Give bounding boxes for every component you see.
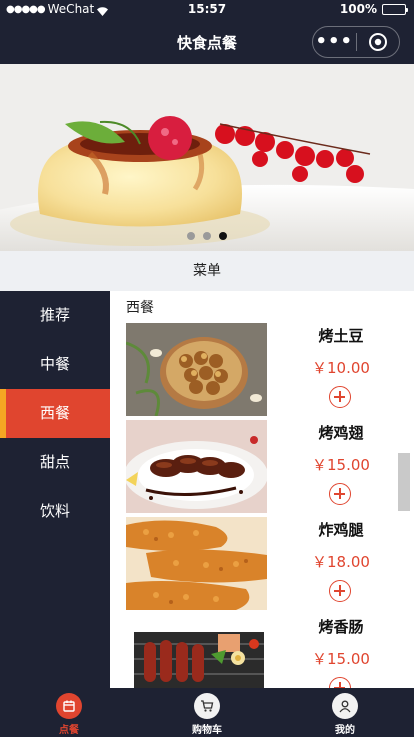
food-image: [126, 614, 267, 688]
carousel-dot-active[interactable]: [219, 232, 227, 240]
add-to-cart-button[interactable]: [329, 580, 351, 602]
carousel-dot[interactable]: [187, 232, 195, 240]
food-name: 烤土豆: [318, 327, 364, 345]
food-image: [126, 323, 267, 416]
category-item-chinese[interactable]: 中餐: [0, 340, 110, 389]
tab-label: 购物车: [192, 725, 222, 736]
menu-section-title: 菜单: [0, 251, 414, 291]
add-to-cart-button[interactable]: [329, 483, 351, 505]
food-section-title: 西餐: [126, 300, 154, 316]
category-item-western[interactable]: 西餐: [0, 389, 110, 438]
category-item-drinks[interactable]: 饮料: [0, 487, 110, 536]
top-bar: ●●●●● WeChat 15:57 100% 快食点餐 •••: [0, 0, 414, 64]
banner-image: [0, 64, 414, 251]
carousel-indicators: [0, 232, 414, 240]
tab-bar: 点餐 购物车 我的: [0, 688, 414, 737]
category-item-dessert[interactable]: 甜点: [0, 438, 110, 487]
list-scrollbar[interactable]: [398, 453, 410, 511]
food-price: ￥15.00: [312, 456, 370, 474]
battery-icon: [382, 3, 408, 15]
food-name: 烤鸡翅: [318, 424, 364, 442]
food-item: 烤香肠 ￥15.00: [126, 614, 408, 688]
menu-icon: [56, 693, 82, 719]
food-price: ￥15.00: [312, 650, 370, 668]
food-name: 炸鸡腿: [318, 521, 364, 539]
battery-percent: 100%: [339, 2, 377, 16]
target-icon: [368, 33, 387, 51]
food-list[interactable]: 西餐 烤土豆 ￥10.00 烤鸡翅 ￥15.00 炸鸡腿 ￥18.00 烤香肠 …: [110, 291, 414, 688]
cart-icon: [194, 693, 220, 719]
tab-label: 点餐: [59, 725, 79, 736]
tab-cart[interactable]: 购物车: [138, 688, 276, 737]
banner-carousel[interactable]: [0, 64, 414, 251]
user-icon: [332, 693, 358, 719]
status-bar: ●●●●● WeChat 15:57 100%: [0, 0, 414, 20]
food-item: 烤土豆 ￥10.00: [126, 323, 408, 417]
tab-order[interactable]: 点餐: [0, 688, 138, 737]
category-item-recommend[interactable]: 推荐: [0, 291, 110, 340]
food-price: ￥10.00: [312, 359, 370, 377]
tab-profile[interactable]: 我的: [276, 688, 414, 737]
food-item: 烤鸡翅 ￥15.00: [126, 420, 408, 514]
tab-label: 我的: [335, 725, 355, 736]
food-item: 炸鸡腿 ￥18.00: [126, 517, 408, 611]
nav-bar: 快食点餐 •••: [0, 20, 414, 64]
carousel-dot[interactable]: [203, 232, 211, 240]
food-image: [126, 517, 267, 610]
more-button[interactable]: •••: [313, 27, 356, 57]
add-to-cart-button[interactable]: [329, 677, 351, 688]
food-price: ￥18.00: [312, 553, 370, 571]
category-sidebar: 推荐 中餐 西餐 甜点 饮料: [0, 291, 110, 688]
close-miniprogram-button[interactable]: [356, 32, 399, 52]
food-image: [126, 420, 267, 513]
food-name: 烤香肠: [318, 618, 364, 636]
add-to-cart-button[interactable]: [329, 386, 351, 408]
capsule-menu: •••: [312, 26, 400, 58]
